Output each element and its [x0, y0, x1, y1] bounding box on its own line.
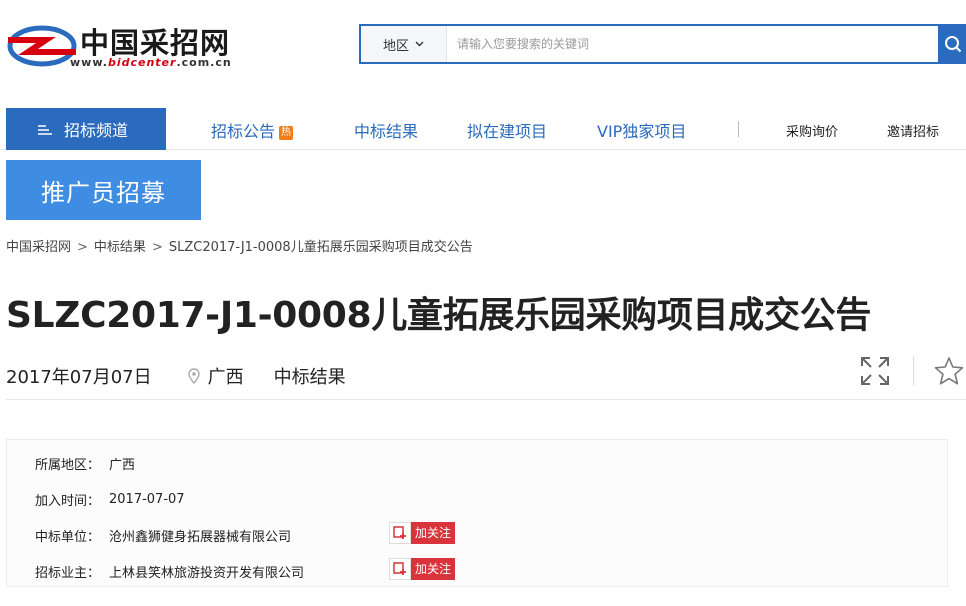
project-info-panel: 所属地区： 广西 加入时间： 2017-07-07 中标单位： 沧州鑫狮健身拓展器械有… [6, 439, 948, 587]
promoter-recruit-banner[interactable]: 推广员招募 [6, 160, 201, 220]
logo-mark-icon [7, 25, 77, 67]
follow-winner-button[interactable]: 加关注 [389, 522, 455, 544]
logo-url: www.bidcenter.com.cn [70, 56, 232, 69]
breadcrumb-category[interactable]: 中标结果 [94, 240, 146, 255]
hot-badge: 热 [279, 126, 294, 140]
add-follow-icon [389, 522, 411, 544]
breadcrumb-home[interactable]: 中国采招网 [6, 240, 71, 255]
nav-divider [738, 121, 739, 137]
article-region: 广西 [207, 367, 244, 388]
search-button[interactable] [938, 24, 966, 64]
info-region-value: 广西 [109, 458, 136, 473]
info-time-value: 2017-07-07 [109, 492, 185, 507]
region-dropdown[interactable]: 地区 [361, 26, 447, 62]
location-pin-icon [187, 368, 200, 384]
meta-divider [6, 399, 966, 400]
winner-company-link[interactable]: 沧州鑫狮健身拓展器械有限公司 [109, 526, 291, 545]
channel-label: 招标频道 [64, 121, 129, 140]
expand-icon [861, 357, 889, 385]
tools-divider [913, 356, 914, 386]
breadcrumb-current: SLZC2017-J1-0008儿童拓展乐园采购项目成交公告 [168, 240, 473, 255]
nav-link-invite[interactable]: 邀请招标 [887, 121, 939, 140]
article-tools [857, 352, 966, 390]
article-meta: 2017年07月07日 广西 中标结果 [6, 362, 346, 390]
main-nav: 招标频道 招标公告热 中标结果 拟在建项目 VIP独家项目 采购询价 邀请招标 [0, 108, 966, 150]
nav-link-inquiry[interactable]: 采购询价 [786, 121, 838, 140]
nav-link-vip[interactable]: VIP独家项目 [597, 118, 686, 142]
favorite-button[interactable] [934, 355, 966, 387]
info-row-region: 所属地区： 广西 [35, 454, 135, 473]
nav-link-results[interactable]: 中标结果 [354, 118, 418, 142]
article-type: 中标结果 [273, 367, 346, 388]
owner-company-link[interactable]: 上林县笑林旅游投资开发有限公司 [109, 562, 304, 581]
info-row-owner: 招标业主： 上林县笑林旅游投资开发有限公司 [35, 562, 304, 581]
search-input[interactable] [447, 26, 937, 62]
follow-owner-button[interactable]: 加关注 [389, 558, 455, 580]
fullscreen-button[interactable] [857, 353, 893, 389]
info-row-time: 加入时间： 2017-07-07 [35, 492, 185, 509]
breadcrumb: 中国采招网 > 中标结果 > SLZC2017-J1-0008儿童拓展乐园采购项目成交公… [6, 240, 473, 255]
info-row-winner: 中标单位： 沧州鑫狮健身拓展器械有限公司 [35, 526, 291, 545]
menu-icon [38, 125, 52, 135]
nav-link-projects[interactable]: 拟在建项目 [467, 118, 547, 142]
channel-menu-button[interactable]: 招标频道 [6, 108, 166, 150]
region-dropdown-label: 地区 [382, 38, 409, 54]
page-title: SLZC2017-J1-0008儿童拓展乐园采购项目成交公告 [6, 295, 872, 336]
search-icon [945, 36, 962, 53]
chevron-down-icon [415, 41, 424, 47]
search-bar: 地区 [359, 24, 966, 64]
publish-date: 2017年07月07日 [6, 367, 152, 388]
site-logo[interactable]: 中国采招网 www.bidcenter.com.cn [6, 16, 231, 76]
nav-link-tender[interactable]: 招标公告热 [211, 118, 294, 142]
star-icon [934, 357, 964, 385]
add-follow-icon [389, 558, 411, 580]
